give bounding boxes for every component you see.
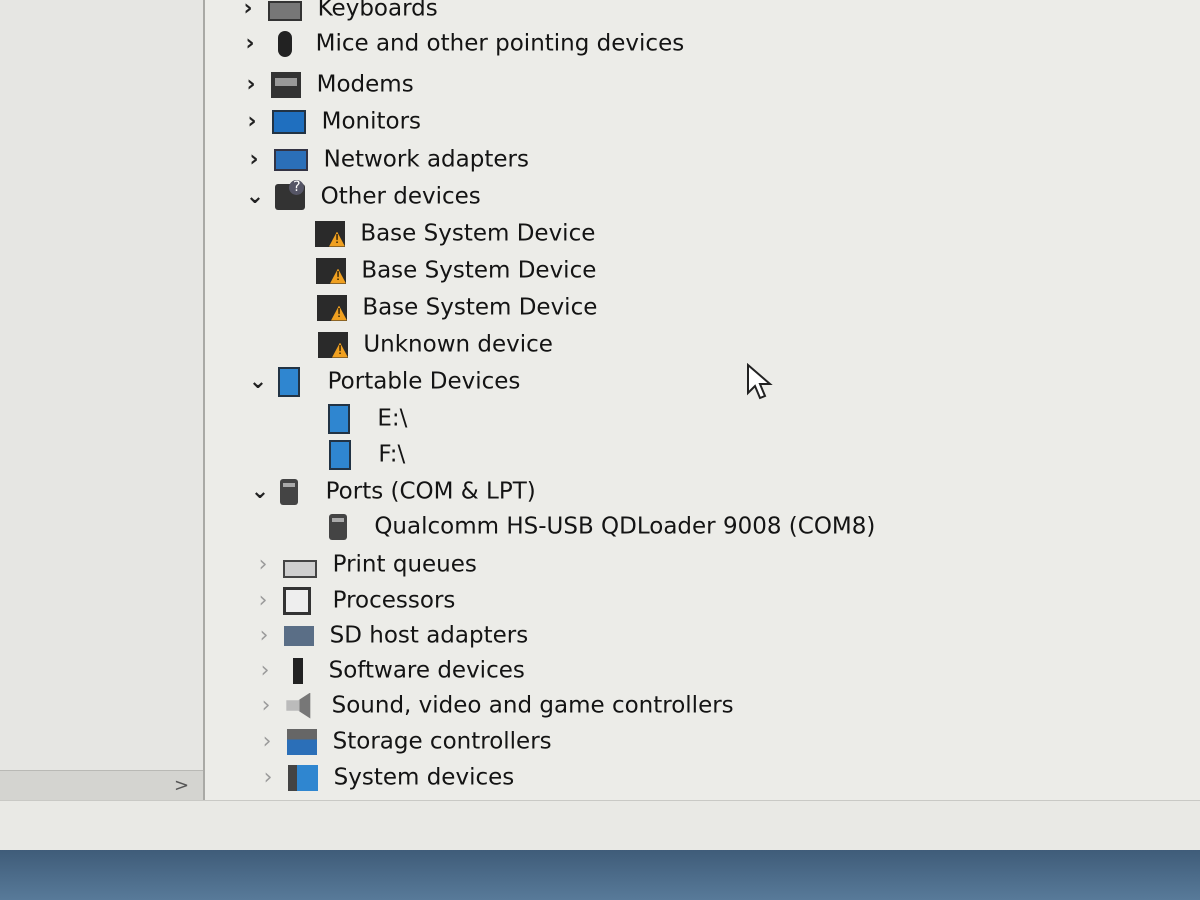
tree-item-label: Qualcomm HS-USB QDLoader 9008 (COM8)	[374, 513, 876, 540]
device-manager-window: > › Keyboards › Mice and other pointing …	[0, 0, 1200, 900]
tree-item-storage-controllers[interactable]: › Storage controllers	[254, 723, 552, 759]
tree-item-print-queues[interactable]: › Print queues	[250, 546, 477, 582]
tree-item-network-adapters[interactable]: › Network adapters	[241, 141, 529, 177]
mouse-icon	[278, 30, 293, 57]
scroll-right-arrow[interactable]: >	[174, 775, 189, 796]
chevron-right-icon[interactable]: ›	[250, 547, 276, 583]
tree-item-label: Other devices	[320, 183, 481, 210]
tree-item-label: Mice and other pointing devices	[315, 30, 685, 57]
chevron-right-icon[interactable]: ›	[235, 0, 261, 27]
tree-item-label: E:\	[377, 405, 408, 432]
chevron-right-icon[interactable]: ›	[255, 760, 281, 796]
chevron-right-icon[interactable]: ›	[237, 26, 263, 62]
network-adapter-icon	[274, 148, 309, 171]
tree-child-base-system-device[interactable]: Base System Device	[316, 252, 596, 288]
device-tree-pane: › Keyboards › Mice and other pointing de…	[205, 0, 1200, 800]
system-device-icon	[288, 764, 319, 791]
tree-item-processors[interactable]: › Processors	[250, 582, 455, 618]
monitor-icon	[272, 109, 307, 134]
left-pane: >	[0, 0, 205, 801]
mouse-cursor-icon	[747, 363, 773, 400]
portable-device-icon	[328, 403, 350, 434]
tree-item-label: Keyboards	[317, 0, 438, 22]
other-devices-icon	[275, 179, 306, 210]
tree-item-system-devices[interactable]: › System devices	[255, 759, 514, 795]
tree-item-label: Software devices	[328, 657, 525, 684]
chevron-right-icon[interactable]: ›	[253, 688, 279, 724]
tree-item-label: Monitors	[321, 108, 422, 135]
portable-device-icon	[329, 439, 351, 470]
tree-child-base-system-device[interactable]: Base System Device	[315, 215, 595, 251]
chevron-right-icon[interactable]: ›	[254, 724, 280, 760]
tree-item-mice[interactable]: › Mice and other pointing devices	[237, 25, 684, 61]
chevron-right-icon[interactable]: ›	[252, 653, 278, 689]
tree-item-label: Modems	[316, 71, 414, 98]
taskbar	[0, 850, 1200, 900]
tree-child-base-system-device[interactable]: Base System Device	[317, 289, 597, 325]
tree-item-label: Portable Devices	[327, 368, 521, 395]
horizontal-scrollbar[interactable]: >	[0, 770, 203, 801]
tree-item-label: Ports (COM & LPT)	[325, 478, 536, 505]
chevron-down-icon[interactable]: ⌄	[245, 364, 271, 400]
tree-item-portable-devices[interactable]: ⌄ Portable Devices	[245, 363, 520, 399]
tree-item-label: Base System Device	[361, 257, 597, 284]
tree-item-label: Sound, video and game controllers	[331, 692, 734, 719]
chevron-right-icon[interactable]: ›	[238, 67, 264, 103]
chevron-right-icon[interactable]: ›	[251, 618, 277, 654]
warning-device-icon	[316, 257, 346, 284]
tree-item-label: System devices	[333, 764, 515, 791]
warning-device-icon	[317, 294, 347, 321]
tree-item-ports[interactable]: ⌄ Ports (COM & LPT)	[247, 473, 536, 509]
port-icon	[329, 513, 347, 540]
software-device-icon	[293, 657, 304, 684]
tree-item-software-devices[interactable]: › Software devices	[252, 652, 525, 688]
tree-item-keyboards[interactable]: › Keyboards	[235, 0, 438, 27]
tree-item-label: Network adapters	[323, 146, 529, 173]
processor-icon	[283, 586, 312, 615]
chevron-right-icon[interactable]: ›	[241, 142, 267, 178]
portable-device-icon	[278, 366, 301, 397]
tree-item-label: Base System Device	[360, 220, 596, 247]
speaker-icon	[286, 692, 311, 719]
port-icon	[280, 478, 299, 505]
tree-item-label: Storage controllers	[332, 728, 552, 755]
tree-item-sd-host-adapters[interactable]: › SD host adapters	[251, 617, 529, 654]
chevron-right-icon[interactable]: ›	[250, 583, 276, 619]
tree-item-label: F:\	[378, 441, 406, 468]
tree-item-label: Unknown device	[363, 331, 553, 358]
tree-item-monitors[interactable]: › Monitors	[239, 103, 421, 139]
tree-item-label: Base System Device	[362, 294, 598, 321]
chevron-down-icon[interactable]: ⌄	[242, 179, 268, 215]
tree-item-other-devices[interactable]: ⌄ Other devices	[242, 178, 481, 214]
storage-controller-icon	[287, 728, 318, 755]
warning-device-icon	[318, 331, 348, 358]
tree-child-qualcomm-port[interactable]: Qualcomm HS-USB QDLoader 9008 (COM8)	[329, 508, 875, 544]
warning-device-icon	[315, 220, 345, 247]
chevron-down-icon[interactable]: ⌄	[247, 474, 273, 510]
printer-icon	[283, 559, 318, 578]
keyboard-icon	[268, 0, 303, 21]
sd-host-icon	[284, 625, 315, 646]
tree-item-label: Print queues	[332, 551, 477, 578]
tree-item-modems[interactable]: › Modems	[238, 66, 414, 102]
chevron-right-icon[interactable]: ›	[239, 104, 265, 140]
tree-item-sound-video-game[interactable]: › Sound, video and game controllers	[253, 687, 734, 723]
tree-item-label: SD host adapters	[329, 622, 529, 649]
tree-child-unknown-device[interactable]: Unknown device	[318, 326, 553, 362]
modem-icon	[271, 71, 302, 98]
tree-child-drive-f[interactable]: F:\	[329, 436, 405, 472]
tree-child-drive-e[interactable]: E:\	[328, 400, 407, 436]
status-bar	[0, 800, 1200, 851]
tree-item-label: Processors	[332, 587, 456, 614]
